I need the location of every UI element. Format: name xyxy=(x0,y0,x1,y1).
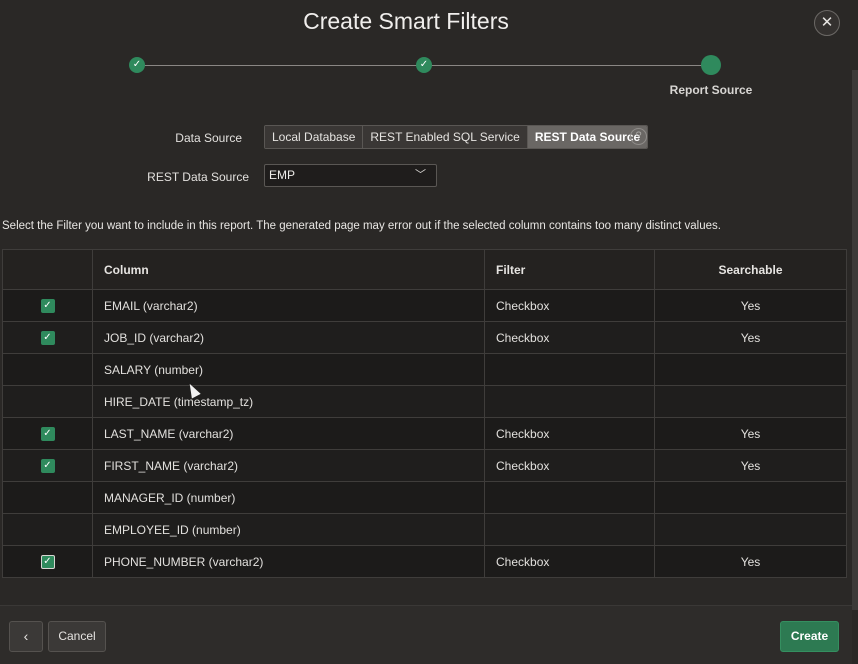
row-filter-type xyxy=(484,481,655,514)
header-column[interactable]: Column xyxy=(92,249,485,290)
row-filter-type: Checkbox xyxy=(484,321,655,354)
data-source-label: Data Source xyxy=(175,131,242,145)
close-button[interactable]: ✕ xyxy=(814,10,840,36)
wizard-step-1-check-icon: ✓ xyxy=(129,57,145,73)
chevron-down-icon: ﹀ xyxy=(415,169,426,181)
row-checkbox-checked-icon[interactable]: ✓ xyxy=(40,554,55,569)
row-select-cell[interactable]: ✓ xyxy=(2,449,93,482)
header-searchable[interactable]: Searchable xyxy=(654,249,847,290)
instructions-text: Select the Filter you want to include in… xyxy=(2,220,721,232)
wizard-step-3-current xyxy=(701,55,721,75)
table-row[interactable]: MANAGER_ID (number) xyxy=(2,481,847,514)
close-icon: ✕ xyxy=(820,14,834,31)
row-searchable xyxy=(654,353,847,386)
chevron-left-icon: ‹ xyxy=(23,628,29,644)
table-row[interactable]: EMPLOYEE_ID (number) xyxy=(2,513,847,546)
row-searchable xyxy=(654,481,847,514)
dialog-title: Create Smart Filters xyxy=(303,8,509,34)
scrollbar-edge xyxy=(852,70,858,610)
row-searchable: Yes xyxy=(654,545,847,578)
table-row[interactable]: ✓ EMAIL (varchar2) Checkbox Yes xyxy=(2,289,847,322)
data-source-option-rest-enabled-sql[interactable]: REST Enabled SQL Service xyxy=(363,126,528,148)
row-checkbox-checked-icon[interactable]: ✓ xyxy=(40,298,55,313)
dialog-footer: ‹ Cancel Create xyxy=(0,605,852,664)
row-column-name: HIRE_DATE (timestamp_tz) xyxy=(92,385,485,418)
header-filter[interactable]: Filter xyxy=(484,249,655,290)
rest-data-source-value: EMP xyxy=(269,168,296,182)
header-select xyxy=(2,249,93,290)
rest-data-source-select[interactable]: EMP ﹀ xyxy=(264,164,437,187)
row-column-name: MANAGER_ID (number) xyxy=(92,481,485,514)
cancel-button[interactable]: Cancel xyxy=(48,621,106,652)
table-row[interactable]: ✓ LAST_NAME (varchar2) Checkbox Yes xyxy=(2,417,847,450)
table-row[interactable]: ✓ JOB_ID (varchar2) Checkbox Yes xyxy=(2,321,847,354)
row-select-cell[interactable] xyxy=(2,353,93,386)
table-row[interactable]: ✓ FIRST_NAME (varchar2) Checkbox Yes xyxy=(2,449,847,482)
row-searchable xyxy=(654,385,847,418)
row-select-cell[interactable]: ✓ xyxy=(2,321,93,354)
row-select-cell[interactable]: ✓ xyxy=(2,545,93,578)
row-searchable: Yes xyxy=(654,417,847,450)
row-select-cell[interactable] xyxy=(2,481,93,514)
row-filter-type xyxy=(484,385,655,418)
row-searchable: Yes xyxy=(654,449,847,482)
row-column-name: EMAIL (varchar2) xyxy=(92,289,485,322)
row-searchable: Yes xyxy=(654,321,847,354)
row-searchable: Yes xyxy=(654,289,847,322)
row-filter-type: Checkbox xyxy=(484,417,655,450)
row-searchable xyxy=(654,513,847,546)
row-column-name: JOB_ID (varchar2) xyxy=(92,321,485,354)
table-row[interactable]: SALARY (number) xyxy=(2,353,847,386)
row-filter-type: Checkbox xyxy=(484,449,655,482)
table-header-row: Column Filter Searchable xyxy=(2,249,847,290)
row-select-cell[interactable]: ✓ xyxy=(2,417,93,450)
rest-data-source-label: REST Data Source xyxy=(147,170,249,184)
row-column-name: FIRST_NAME (varchar2) xyxy=(92,449,485,482)
wizard-step-3-label: Report Source xyxy=(669,83,753,97)
row-filter-type xyxy=(484,353,655,386)
row-filter-type xyxy=(484,513,655,546)
row-select-cell[interactable]: ✓ xyxy=(2,289,93,322)
table-row[interactable]: HIRE_DATE (timestamp_tz) xyxy=(2,385,847,418)
data-source-option-local-database[interactable]: Local Database xyxy=(265,126,364,148)
row-column-name: PHONE_NUMBER (varchar2) xyxy=(92,545,485,578)
row-column-name: LAST_NAME (varchar2) xyxy=(92,417,485,450)
row-column-name: SALARY (number) xyxy=(92,353,485,386)
row-filter-type: Checkbox xyxy=(484,545,655,578)
row-filter-type: Checkbox xyxy=(484,289,655,322)
row-checkbox-checked-icon[interactable]: ✓ xyxy=(40,426,55,441)
row-column-name: EMPLOYEE_ID (number) xyxy=(92,513,485,546)
row-select-cell[interactable] xyxy=(2,385,93,418)
filters-table: Column Filter Searchable ✓ EMAIL (varchar… xyxy=(2,249,847,578)
row-checkbox-checked-icon[interactable]: ✓ xyxy=(40,330,55,345)
create-button[interactable]: Create xyxy=(780,621,839,652)
data-source-radio-group: Local Database REST Enabled SQL Service … xyxy=(264,125,649,149)
wizard-step-2-check-icon: ✓ xyxy=(416,57,432,73)
table-row[interactable]: ✓ PHONE_NUMBER (varchar2) Checkbox Yes xyxy=(2,545,847,578)
row-select-cell[interactable] xyxy=(2,513,93,546)
help-icon[interactable]: ? xyxy=(630,128,647,145)
back-button[interactable]: ‹ xyxy=(9,621,43,652)
row-checkbox-checked-icon[interactable]: ✓ xyxy=(40,458,55,473)
